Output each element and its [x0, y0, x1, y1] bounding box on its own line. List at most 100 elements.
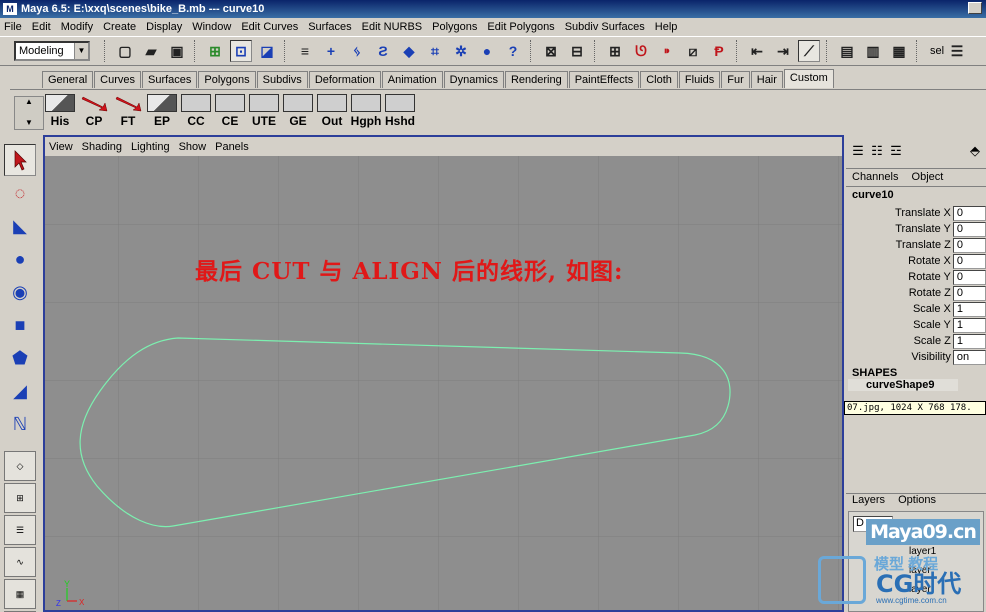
select-handles-icon[interactable]: + — [320, 40, 342, 62]
viewport-menu-lighting[interactable]: Lighting — [131, 141, 170, 153]
mode-selector[interactable]: Modeling ▼ — [14, 41, 90, 61]
channel-value[interactable]: 1 — [952, 333, 986, 349]
channel-rotate-z[interactable]: Rotate Z0 — [852, 285, 986, 301]
layer-editor-icon[interactable]: ☲ — [888, 143, 904, 161]
select-dynamics-icon[interactable]: ✲ — [450, 40, 472, 62]
menu-subdiv-surfaces[interactable]: Subdiv Surfaces — [565, 21, 645, 33]
channel-rotate-y[interactable]: Rotate Y0 — [852, 269, 986, 285]
snap-grid-icon[interactable]: ⊞ — [604, 40, 626, 62]
shelf-button-ute[interactable]: UTE — [248, 94, 280, 128]
channel-value[interactable]: on — [952, 349, 986, 365]
channel-value[interactable]: 0 — [952, 253, 986, 269]
shelf-button-his[interactable]: His — [44, 94, 76, 128]
highlight-selection-icon[interactable]: ⊟ — [566, 40, 588, 62]
shelf-up-icon[interactable]: ▲ — [15, 97, 43, 107]
construction-history-icon[interactable]: ⟋ — [798, 40, 820, 62]
viewport-canvas[interactable]: Y Z X 最后 CUT 与 ALIGN 后的线形, 如图: — [45, 156, 842, 610]
channel-box-menu-channels[interactable]: Channels — [852, 171, 898, 183]
snap-curve-icon[interactable]: ᘎ — [630, 40, 652, 62]
make-live-icon[interactable]: Ᵽ — [708, 40, 730, 62]
select-surfaces-icon[interactable]: ◆ — [398, 40, 420, 62]
tab-painteffects[interactable]: PaintEffects — [568, 71, 640, 88]
tab-animation[interactable]: Animation — [381, 71, 443, 88]
input-ops-icon[interactable]: ⇤ — [746, 40, 768, 62]
menu-create[interactable]: Create — [103, 21, 136, 33]
shape-node[interactable]: curveShape9 — [848, 379, 958, 391]
viewport-menu-shading[interactable]: Shading — [82, 141, 122, 153]
channel-box-menu-object[interactable]: Object — [912, 171, 944, 183]
channel-value[interactable]: 0 — [952, 221, 986, 237]
tab-subdivs[interactable]: Subdivs — [256, 71, 308, 88]
scale-tool-icon[interactable]: ■ — [4, 309, 36, 341]
menu-modify[interactable]: Modify — [61, 21, 93, 33]
ipr-render-icon[interactable]: ▦ — [888, 40, 910, 62]
manipulator-tool-icon[interactable]: ⬟ — [4, 342, 36, 374]
shelf-button-out[interactable]: Out — [316, 94, 348, 128]
outliner-layout-icon[interactable]: ☰ — [4, 515, 36, 545]
output-ops-icon[interactable]: ⇥ — [772, 40, 794, 62]
tab-custom[interactable]: Custom — [783, 69, 834, 88]
channel-value[interactable]: 0 — [952, 237, 986, 253]
menu-edit-nurbs[interactable]: Edit NURBS — [362, 21, 423, 33]
shelf-button-ge[interactable]: GE — [282, 94, 314, 128]
four-pane-layout-icon[interactable]: ⊞ — [4, 483, 36, 513]
chevron-down-icon[interactable]: ▼ — [74, 43, 88, 59]
shelf-down-icon[interactable]: ▼ — [15, 118, 43, 127]
lasso-tool-icon[interactable]: ◌ — [4, 177, 36, 209]
menu-edit-curves[interactable]: Edit Curves — [241, 21, 298, 33]
layers-menu-options[interactable]: Options — [898, 494, 936, 506]
menu-edit-polygons[interactable]: Edit Polygons — [487, 21, 554, 33]
shelf-button-ep[interactable]: EP — [146, 94, 178, 128]
tab-dynamics[interactable]: Dynamics — [443, 71, 504, 88]
shelf-button-hshd[interactable]: Hshd — [384, 94, 416, 128]
tab-fluids[interactable]: Fluids — [678, 71, 721, 88]
channel-value[interactable]: 0 — [952, 285, 986, 301]
paint-select-tool-icon[interactable]: ◣ — [4, 210, 36, 242]
tab-fur[interactable]: Fur — [721, 71, 750, 88]
menu-window[interactable]: Window — [192, 21, 231, 33]
menu-file[interactable]: File — [4, 21, 22, 33]
tab-curves[interactable]: Curves — [94, 71, 141, 88]
menu-polygons[interactable]: Polygons — [432, 21, 477, 33]
rotate-tool-icon[interactable]: ◉ — [4, 276, 36, 308]
channel-translate-z[interactable]: Translate Z0 — [852, 237, 986, 253]
open-scene-icon[interactable]: ▰ — [140, 40, 162, 62]
channel-visibility[interactable]: Visibility on — [852, 349, 986, 365]
lock-selection-icon[interactable]: ⊠ — [540, 40, 562, 62]
channel-layer-icon[interactable]: ☷ — [869, 143, 885, 161]
menu-help[interactable]: Help — [655, 21, 678, 33]
minimize-button[interactable] — [968, 2, 982, 14]
shelf-button-ft[interactable]: FT — [112, 94, 144, 128]
layers-menu-layers[interactable]: Layers — [852, 494, 885, 506]
shelf-button-hgph[interactable]: Hgph — [350, 94, 382, 128]
render-view-icon[interactable]: ▤ — [836, 40, 858, 62]
tab-polygons[interactable]: Polygons — [198, 71, 256, 88]
channel-value[interactable]: 1 — [952, 301, 986, 317]
snap-view-plane-icon[interactable]: ⧄ — [682, 40, 704, 62]
channel-value[interactable]: 1 — [952, 317, 986, 333]
select-tool-icon[interactable] — [4, 144, 36, 176]
hypershade-layout-icon[interactable]: ▦ — [4, 579, 36, 609]
viewport-menu-panels[interactable]: Panels — [215, 141, 249, 153]
select-curves-icon[interactable]: Ƨ — [372, 40, 394, 62]
channel-value[interactable]: 0 — [952, 205, 986, 221]
tab-deformation[interactable]: Deformation — [308, 71, 381, 88]
attribute-editor-icon[interactable]: ⬘ — [967, 143, 983, 161]
quick-selection-icon[interactable]: ☰ — [946, 40, 968, 62]
move-tool-icon[interactable]: ● — [4, 243, 36, 275]
channel-translate-x[interactable]: Translate X0 — [852, 205, 986, 221]
tab-general[interactable]: General — [42, 71, 94, 88]
tab-surfaces[interactable]: Surfaces — [141, 71, 198, 88]
tab-rendering[interactable]: Rendering — [504, 71, 568, 88]
object-name[interactable]: curve10 — [852, 189, 986, 205]
channel-box-icon[interactable]: ☰ — [850, 143, 866, 161]
single-pane-layout-icon[interactable]: ◇ — [4, 451, 36, 481]
shelf-button-cp[interactable]: CP — [78, 94, 110, 128]
viewport-menu-show[interactable]: Show — [179, 141, 207, 153]
select-hierarchy-icon[interactable]: ⊞ — [204, 40, 226, 62]
channel-rotate-x[interactable]: Rotate X0 — [852, 253, 986, 269]
menu-edit[interactable]: Edit — [32, 21, 51, 33]
select-deformations-icon[interactable]: ⌗ — [424, 40, 446, 62]
select-rendering-icon[interactable]: ● — [476, 40, 498, 62]
channel-translate-y[interactable]: Translate Y0 — [852, 221, 986, 237]
